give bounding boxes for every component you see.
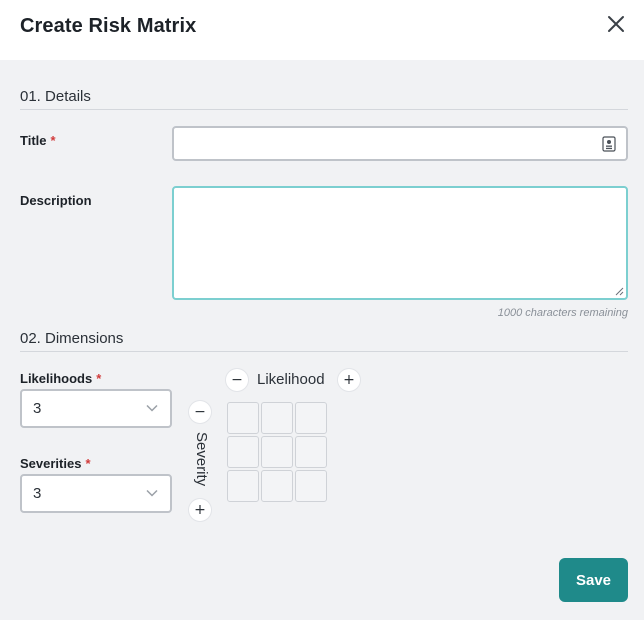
matrix-cell [261, 470, 293, 502]
matrix-cell [227, 470, 259, 502]
matrix-cell [295, 436, 327, 468]
matrix-cell [227, 436, 259, 468]
title-input[interactable] [174, 128, 584, 159]
section-heading-details: 01. Details [20, 88, 91, 105]
contact-card-icon [602, 136, 616, 152]
likelihoods-label: Likelihoods * [20, 371, 102, 386]
increase-severity-button[interactable]: + [189, 499, 211, 521]
required-marker: * [50, 133, 56, 148]
modal-title: Create Risk Matrix [20, 15, 197, 37]
chevron-down-icon [146, 489, 158, 497]
risk-matrix-grid [227, 402, 327, 502]
matrix-cell [261, 436, 293, 468]
description-input[interactable] [174, 188, 626, 298]
likelihoods-select[interactable]: 3 [20, 389, 172, 428]
divider [20, 109, 628, 110]
section-heading-dimensions: 02. Dimensions [20, 330, 124, 347]
matrix-cell [261, 402, 293, 434]
severities-select[interactable]: 3 [20, 474, 172, 513]
matrix-cell [227, 402, 259, 434]
char-count: 1000 characters remaining [497, 307, 628, 319]
title-field[interactable] [172, 126, 628, 161]
severities-label: Severities * [20, 456, 91, 471]
severities-value: 3 [33, 485, 42, 502]
title-label: Title * [20, 133, 56, 148]
matrix-cell [295, 470, 327, 502]
increase-likelihood-button[interactable]: + [338, 369, 360, 391]
chevron-down-icon [146, 404, 158, 412]
save-button[interactable]: Save [559, 558, 628, 602]
decrease-likelihood-button[interactable]: − [226, 369, 248, 391]
modal-header: Create Risk Matrix [0, 0, 644, 60]
likelihood-axis-label: Likelihood [257, 371, 325, 388]
likelihoods-value: 3 [33, 400, 42, 417]
required-marker: * [85, 456, 91, 471]
decrease-severity-button[interactable]: − [189, 401, 211, 423]
divider [20, 351, 628, 352]
description-label: Description [20, 193, 92, 208]
description-field[interactable] [172, 186, 628, 300]
severity-axis-label: Severity [193, 432, 210, 487]
close-icon[interactable] [602, 10, 630, 38]
resize-handle-icon[interactable] [615, 287, 624, 296]
required-marker: * [96, 371, 102, 386]
matrix-cell [295, 402, 327, 434]
